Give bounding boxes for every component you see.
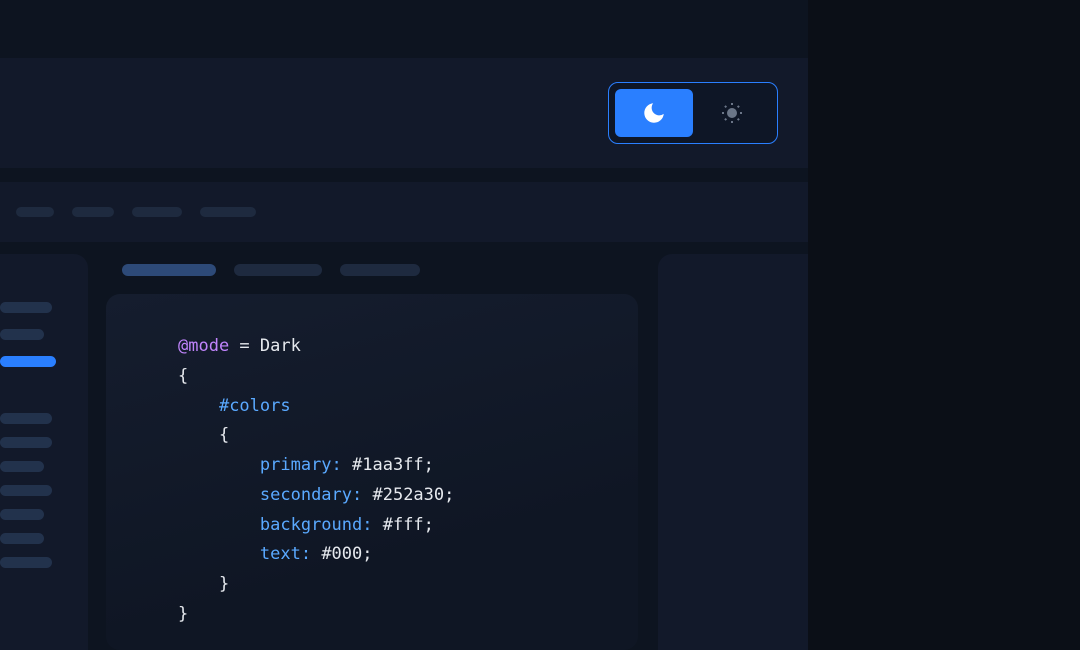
code-text: = <box>229 336 260 356</box>
page-background-right <box>808 0 1080 650</box>
tab-active[interactable] <box>122 264 216 276</box>
code-prop: secondary: <box>260 485 362 505</box>
toolbar-item[interactable] <box>72 207 114 217</box>
code-prop: primary: <box>260 455 342 475</box>
code-val: #fff; <box>372 515 433 535</box>
toolbar-item[interactable] <box>132 207 182 217</box>
sidebar-item[interactable] <box>0 329 44 340</box>
code-val: #1aa3ff; <box>342 455 434 475</box>
toolbar-item[interactable] <box>200 207 256 217</box>
right-panel <box>658 254 808 650</box>
code-keyword: @mode <box>178 336 229 356</box>
sidebar-item[interactable] <box>0 533 44 544</box>
tab[interactable] <box>340 264 420 276</box>
code-selector: #colors <box>219 396 291 416</box>
tab[interactable] <box>234 264 322 276</box>
code-brace: { <box>219 425 229 445</box>
toolbar-item[interactable] <box>16 207 54 217</box>
code-editor[interactable]: @mode = Dark { #colors { primary: #1aa3f… <box>106 294 638 650</box>
toolbar <box>0 182 808 242</box>
sidebar-item[interactable] <box>0 461 44 472</box>
theme-toggle[interactable] <box>608 82 778 144</box>
code-prop: text: <box>260 544 311 564</box>
moon-icon <box>641 100 667 126</box>
sidebar-item[interactable] <box>0 302 52 313</box>
code-value: Dark <box>260 336 301 356</box>
code-val: #252a30; <box>362 485 454 505</box>
code-brace: } <box>178 604 188 624</box>
code-val: #000; <box>311 544 372 564</box>
light-mode-button[interactable] <box>693 89 771 137</box>
sidebar-item-active[interactable] <box>0 356 56 367</box>
dark-mode-button[interactable] <box>615 89 693 137</box>
code-block: @mode = Dark { #colors { primary: #1aa3f… <box>178 332 590 630</box>
spacer <box>0 168 808 182</box>
content-area: @mode = Dark { #colors { primary: #1aa3f… <box>106 254 638 650</box>
sun-icon <box>720 101 744 125</box>
window-top-spacer <box>0 0 808 58</box>
sidebar-item[interactable] <box>0 485 52 496</box>
sidebar-item[interactable] <box>0 509 44 520</box>
header-bar <box>0 58 808 168</box>
sidebar-item[interactable] <box>0 413 52 424</box>
sidebar-item[interactable] <box>0 557 52 568</box>
code-prop: background: <box>260 515 373 535</box>
code-brace: { <box>178 366 188 386</box>
sidebar <box>0 254 88 650</box>
code-brace: } <box>219 574 229 594</box>
app-window: @mode = Dark { #colors { primary: #1aa3f… <box>0 0 808 650</box>
main-area: @mode = Dark { #colors { primary: #1aa3f… <box>0 242 808 650</box>
sidebar-item[interactable] <box>0 437 52 448</box>
tab-bar <box>106 254 638 294</box>
